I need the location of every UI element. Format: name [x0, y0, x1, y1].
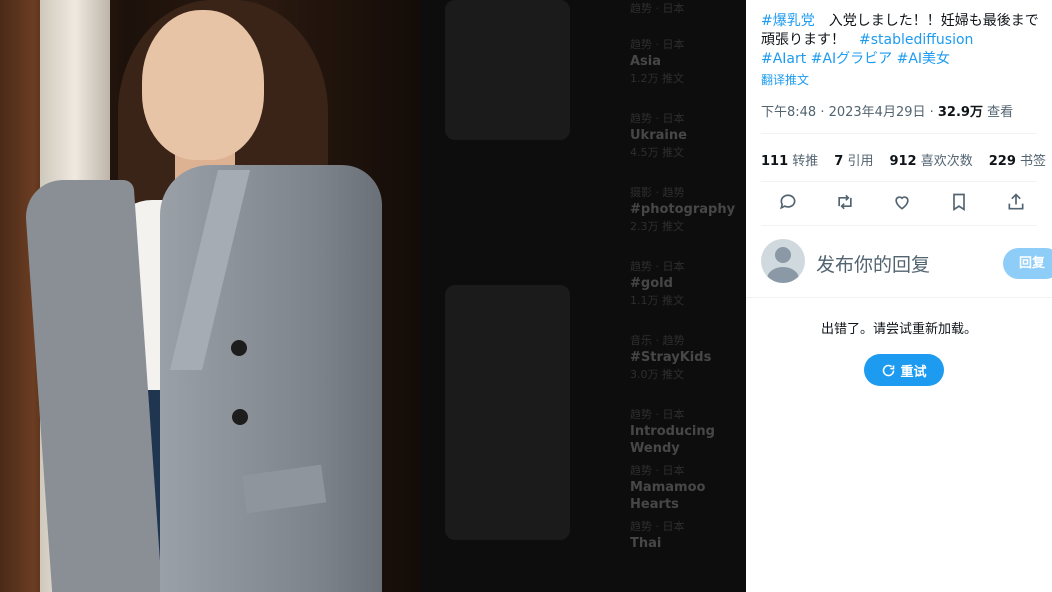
like-icon[interactable] [890, 190, 914, 214]
quotes-stat[interactable]: 7 引用 [834, 154, 873, 169]
hashtag-link[interactable]: #AIグラビア [811, 51, 892, 67]
avatar-body-shape [767, 267, 799, 283]
background-media-card [445, 285, 570, 540]
retry-label: 重试 [900, 364, 927, 380]
reply-input[interactable]: 发布你的回复 [816, 250, 930, 277]
translate-tweet-link[interactable]: 翻译推文 [761, 71, 809, 88]
hashtag-link[interactable]: #AI美女 [897, 51, 950, 67]
error-message: 出错了。请尝试重新加载。 [820, 322, 977, 337]
bookmarks-label: 书签 [1015, 154, 1047, 169]
background-trend-item: 趋势 · 日本 [630, 2, 685, 15]
quotes-count: 7 [834, 154, 844, 169]
quotes-label: 引用 [843, 154, 874, 169]
share-icon[interactable] [1004, 190, 1028, 214]
background-trend-item: 趋势 · 日本 Asia 1.2万 推文 [630, 38, 685, 85]
retweet-icon[interactable] [833, 190, 857, 214]
photo-jacket-button [232, 409, 248, 425]
photo-subject-face [142, 10, 264, 160]
bookmarks-count: 229 [988, 154, 1016, 169]
divider [761, 133, 1037, 134]
likes-stat[interactable]: 912 喜欢次数 [889, 154, 972, 169]
tweet-actions-bar [776, 190, 1046, 214]
tweet-timestamp[interactable]: 下午8:48 · 2023年4月29日 · [761, 105, 938, 120]
retry-button[interactable]: 重试 [864, 354, 944, 386]
background-trend-item: 音乐 · 趋势 #StrayKids 3.0万 推文 [630, 334, 712, 381]
bookmarks-stat[interactable]: 229 书签 [989, 154, 1046, 169]
background-media-card [445, 0, 570, 140]
tweet-photo[interactable] [0, 0, 420, 592]
media-viewer-backdrop[interactable]: 趋势 · 日本 趋势 · 日本 Asia 1.2万 推文 趋势 · 日本 Ukr… [0, 0, 746, 592]
photo-subject-jacket-right [160, 165, 382, 592]
retweets-label: 转推 [788, 154, 819, 169]
views-count: 32.9万 [937, 105, 983, 120]
tweet-stats: 111 转推 7 引用 912 喜欢次数 229 书签 [761, 150, 1052, 169]
photo-jacket-button [231, 340, 247, 356]
avatar-head-shape [775, 247, 791, 263]
tweet-meta: 下午8:48 · 2023年4月29日 · 32.9万 查看 [761, 101, 1013, 120]
reply-composer: 发布你的回复 回复 [761, 239, 1052, 287]
views-label: 查看 [982, 105, 1014, 120]
background-trend-item: 摄影 · 趋势 #photography 2.3万 推文 [630, 186, 736, 233]
divider [746, 297, 1052, 298]
reply-button[interactable]: 回复 [1003, 248, 1052, 279]
hashtag-link[interactable]: #爆乳党 [761, 13, 815, 29]
tweet-detail-panel: #爆乳党 入党しました！！妊婦も最後まで頑張ります！ #stablediffus… [746, 0, 1052, 592]
hashtag-link[interactable]: #AIart [761, 51, 806, 67]
retweets-stat[interactable]: 111 转推 [761, 154, 818, 169]
likes-count: 912 [889, 154, 917, 169]
bookmark-icon[interactable] [947, 190, 971, 214]
background-trend-item: 趋势 · 日本 Introducing Wendy [630, 408, 715, 456]
tweet-text: #爆乳党 入党しました！！妊婦も最後まで頑張ります！ #stablediffus… [761, 12, 1046, 69]
retweets-count: 111 [761, 154, 789, 169]
background-trend-item: 趋势 · 日本 #gold 1.1万 推文 [630, 260, 685, 307]
avatar[interactable] [761, 239, 805, 283]
refresh-icon [883, 364, 895, 376]
background-trend-item: 趋势 · 日本 Mamamoo Hearts [630, 464, 706, 512]
divider [761, 225, 1037, 226]
background-trend-item: 趋势 · 日本 Thai [630, 520, 685, 551]
hashtag-link[interactable]: #stablediffusion [859, 32, 973, 48]
reply-icon[interactable] [776, 190, 800, 214]
likes-label: 喜欢次数 [916, 154, 973, 169]
divider [761, 181, 1037, 182]
background-trend-item: 趋势 · 日本 Ukraine 4.5万 推文 [630, 112, 687, 159]
